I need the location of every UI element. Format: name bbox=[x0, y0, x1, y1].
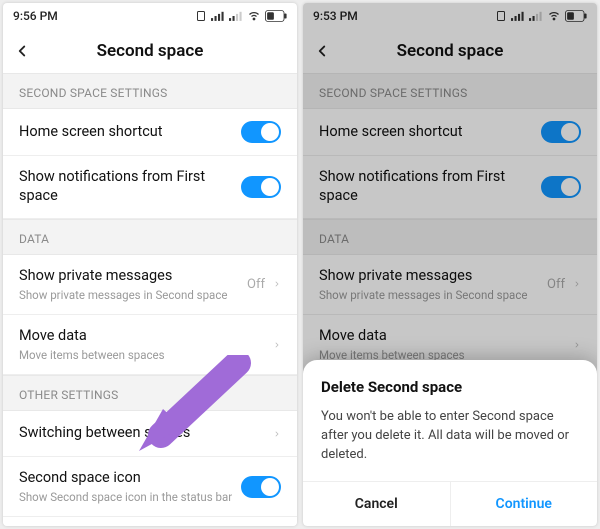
sim-icon bbox=[195, 10, 207, 22]
status-right-icons bbox=[195, 10, 287, 22]
row-title: Switching between spaces bbox=[19, 424, 273, 443]
dialog-scrim[interactable]: Delete Second space You won't be able to… bbox=[303, 3, 597, 526]
row-home-shortcut[interactable]: Home screen shortcut bbox=[3, 109, 297, 156]
continue-button[interactable]: Continue bbox=[451, 482, 598, 526]
toggle-second-space-icon[interactable] bbox=[241, 476, 281, 498]
row-value: Off bbox=[247, 277, 265, 292]
battery-icon bbox=[265, 10, 287, 22]
dialog-buttons: Cancel Continue bbox=[303, 481, 597, 526]
header: Second space bbox=[3, 29, 297, 73]
page-title: Second space bbox=[97, 41, 204, 61]
section-label-settings: SECOND SPACE SETTINGS bbox=[3, 73, 297, 109]
section-label-other: OTHER SETTINGS bbox=[3, 375, 297, 411]
settings-list[interactable]: SECOND SPACE SETTINGS Home screen shortc… bbox=[3, 73, 297, 526]
row-title: Second space icon bbox=[19, 469, 241, 488]
row-move-data[interactable]: Move data Move items between spaces bbox=[3, 315, 297, 375]
signal-icon bbox=[211, 10, 225, 22]
back-button[interactable] bbox=[13, 29, 31, 72]
screenshot-left: 9:56 PM Second space SECOND SPACE SETTIN… bbox=[3, 3, 297, 526]
toggle-home-shortcut[interactable] bbox=[241, 121, 281, 143]
chevron-right-icon bbox=[273, 338, 281, 352]
delete-dialog: Delete Second space You won't be able to… bbox=[303, 360, 597, 526]
screenshot-right: 9:53 PM Second space SECOND SPACE SETTIN… bbox=[303, 3, 597, 526]
chevron-left-icon bbox=[13, 42, 31, 60]
row-title: Show private messages bbox=[19, 267, 247, 286]
row-subtitle: Move items between spaces bbox=[19, 348, 273, 362]
row-switching[interactable]: Switching between spaces bbox=[3, 411, 297, 457]
row-subtitle: Show Second space icon in the status bar bbox=[19, 490, 241, 504]
chevron-right-icon bbox=[273, 427, 281, 441]
row-title: Move data bbox=[19, 327, 273, 346]
row-show-notifications[interactable]: Show notifications from First space bbox=[3, 156, 297, 219]
cancel-button[interactable]: Cancel bbox=[303, 482, 451, 526]
signal-icon-2 bbox=[229, 10, 243, 22]
row-second-space-icon[interactable]: Second space icon Show Second space icon… bbox=[3, 457, 297, 517]
toggle-notifications[interactable] bbox=[241, 176, 281, 198]
row-delete-second-space[interactable]: Delete Second space Delete Second space … bbox=[3, 517, 297, 526]
row-show-private[interactable]: Show private messages Show private messa… bbox=[3, 255, 297, 315]
row-title: Home screen shortcut bbox=[19, 123, 241, 142]
section-label-data: DATA bbox=[3, 219, 297, 255]
dialog-body: You won't be able to enter Second space … bbox=[321, 408, 579, 465]
status-time: 9:56 PM bbox=[13, 9, 58, 23]
chevron-right-icon bbox=[273, 277, 281, 291]
row-title: Show notifications from First space bbox=[19, 168, 241, 206]
row-subtitle: Show private messages in Second space bbox=[19, 288, 247, 302]
dialog-title: Delete Second space bbox=[321, 378, 579, 396]
status-bar: 9:56 PM bbox=[3, 3, 297, 29]
wifi-icon bbox=[247, 10, 261, 22]
